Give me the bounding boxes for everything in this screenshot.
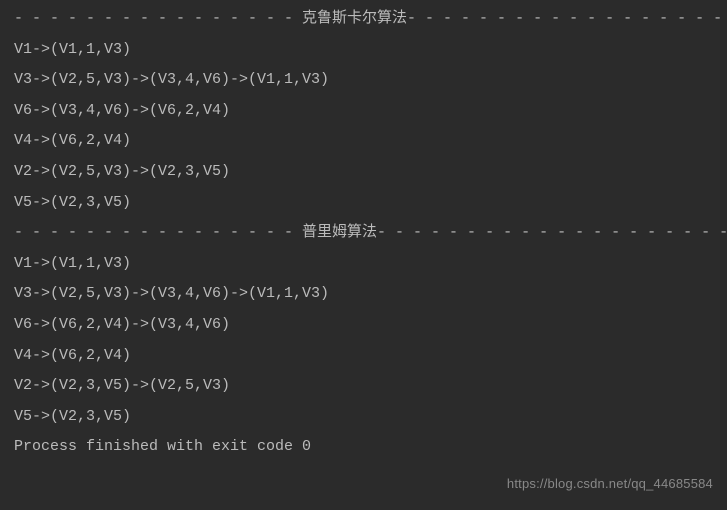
- output-line: V1->(V1,1,V3): [14, 249, 713, 280]
- output-line: V6->(V3,4,V6)->(V6,2,V4): [14, 96, 713, 127]
- output-line: Process finished with exit code 0: [14, 432, 713, 463]
- watermark-text: https://blog.csdn.net/qq_44685584: [507, 471, 713, 498]
- output-line: V5->(V2,3,V5): [14, 188, 713, 219]
- output-line: V2->(V2,3,V5)->(V2,5,V3): [14, 371, 713, 402]
- output-line: V5->(V2,3,V5): [14, 402, 713, 433]
- output-line: V4->(V6,2,V4): [14, 341, 713, 372]
- console-output: - - - - - - - - - - - - - - - - 克鲁斯卡尔算法-…: [14, 4, 713, 463]
- output-line: V2->(V2,5,V3)->(V2,3,V5): [14, 157, 713, 188]
- output-line: - - - - - - - - - - - - - - - - 克鲁斯卡尔算法-…: [14, 4, 713, 35]
- output-line: V3->(V2,5,V3)->(V3,4,V6)->(V1,1,V3): [14, 65, 713, 96]
- output-line: - - - - - - - - - - - - - - - - 普里姆算法- -…: [14, 218, 713, 249]
- output-line: V4->(V6,2,V4): [14, 126, 713, 157]
- output-line: V3->(V2,5,V3)->(V3,4,V6)->(V1,1,V3): [14, 279, 713, 310]
- output-line: V1->(V1,1,V3): [14, 35, 713, 66]
- output-line: V6->(V6,2,V4)->(V3,4,V6): [14, 310, 713, 341]
